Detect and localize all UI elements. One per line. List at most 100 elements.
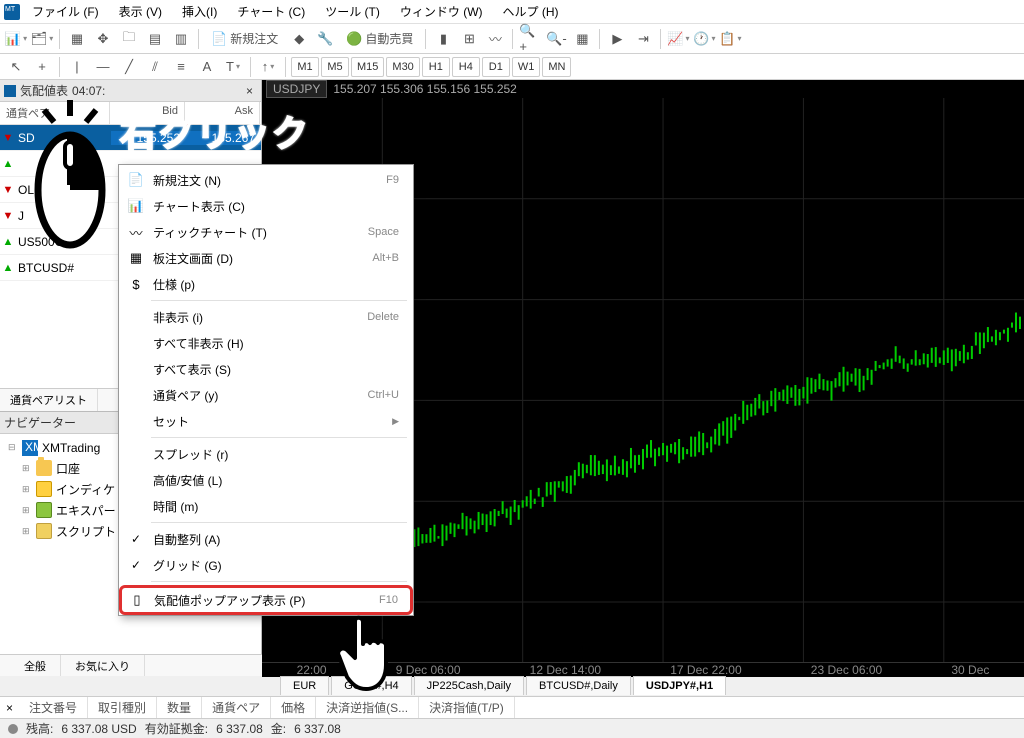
tf-w1[interactable]: W1 (512, 57, 541, 77)
line-button[interactable]: 〰 (483, 27, 507, 51)
menu-item-label: 気配値ポップアップ表示 (P) (148, 592, 379, 609)
chart-tab[interactable]: BTCUSD#,Daily (526, 676, 631, 695)
menu-item-icon: 📄 (125, 172, 147, 188)
col-symbol[interactable]: 通貨ペア (0, 102, 110, 124)
col-ask[interactable]: Ask (185, 102, 260, 124)
navigator-toggle[interactable]: 🗀 (117, 27, 141, 51)
market-watch-row[interactable]: ▼ SD 155.252 155.267 (0, 125, 261, 151)
context-menu-item[interactable]: 📄新規注文 (N)F9 (121, 167, 411, 193)
new-order-button[interactable]: 📄 新規注文 (204, 27, 285, 51)
th-tp[interactable]: 決済指値(T/P) (419, 697, 515, 718)
options-button[interactable]: 🔧 (313, 27, 337, 51)
periods-button[interactable]: 🕐 (692, 27, 716, 51)
chart-tab[interactable]: USDJPY#,H1 (633, 676, 726, 695)
zoom-out-button[interactable]: 🔍- (544, 27, 568, 51)
autotrade-button[interactable]: 🟢 自動売買 (339, 27, 420, 51)
scroll-end-button[interactable]: ▶ (605, 27, 629, 51)
context-menu-item[interactable]: 〰ティックチャート (T)Space (121, 219, 411, 245)
tf-m30[interactable]: M30 (386, 57, 419, 77)
tf-m15[interactable]: M15 (351, 57, 384, 77)
chart-symbol-tab[interactable]: USDJPY (266, 80, 327, 98)
chart-tab[interactable]: GOLD#,H4 (331, 676, 411, 695)
terminal-close[interactable]: × (0, 701, 19, 715)
chart-tab[interactable]: EUR (280, 676, 329, 695)
arrows-tool[interactable]: ↑ (256, 55, 280, 79)
context-menu-item[interactable]: 非表示 (i)Delete (121, 304, 411, 330)
menu-view[interactable]: 表示 (V) (111, 0, 170, 23)
barchart-button[interactable]: ▮ (431, 27, 455, 51)
metaeditor-button[interactable]: ◆ (287, 27, 311, 51)
context-menu-item[interactable]: セット▶ (121, 408, 411, 434)
th-order[interactable]: 注文番号 (19, 697, 88, 718)
th-pair[interactable]: 通貨ペア (202, 697, 271, 718)
th-lots[interactable]: 数量 (157, 697, 202, 718)
menu-item-label: 板注文画面 (D) (147, 250, 372, 267)
context-menu-item[interactable]: 高値/安値 (L) (121, 467, 411, 493)
th-price[interactable]: 価格 (271, 697, 316, 718)
context-menu-item[interactable]: スプレッド (r) (121, 441, 411, 467)
market-watch-close[interactable]: × (242, 84, 257, 98)
context-menu-item[interactable]: ▦板注文画面 (D)Alt+B (121, 245, 411, 271)
status-dot-icon (8, 724, 18, 734)
zoom-in-button[interactable]: 🔍+ (518, 27, 542, 51)
context-menu[interactable]: 📄新規注文 (N)F9📊チャート表示 (C)〰ティックチャート (T)Space… (118, 164, 414, 616)
indicators-button[interactable]: 📈 (666, 27, 690, 51)
menu-help[interactable]: ヘルプ (H) (495, 0, 567, 23)
expand-icon[interactable]: ⊞ (22, 463, 32, 474)
context-menu-item[interactable]: すべて表示 (S) (121, 356, 411, 382)
strategy-tester-toggle[interactable]: ▥ (169, 27, 193, 51)
tile-button[interactable]: ▦ (570, 27, 594, 51)
menu-file[interactable]: ファイル (F) (24, 0, 107, 23)
direction-icon: ▲ (0, 236, 16, 248)
data-window-toggle[interactable]: ✥ (91, 27, 115, 51)
col-bid[interactable]: Bid (110, 102, 185, 124)
tf-mn[interactable]: MN (542, 57, 571, 77)
tf-m5[interactable]: M5 (321, 57, 349, 77)
text-tool[interactable]: A (195, 55, 219, 79)
context-menu-item[interactable]: 通貨ペア (y)Ctrl+U (121, 382, 411, 408)
crosshair-tool[interactable]: + (30, 55, 54, 79)
profile-button[interactable]: 🗂 (30, 27, 54, 51)
vline-tool[interactable]: | (65, 55, 89, 79)
chart-tab[interactable]: JP225Cash,Daily (414, 676, 524, 695)
context-menu-item[interactable]: $仕様 (p) (121, 271, 411, 297)
menu-insert[interactable]: 挿入(I) (174, 0, 225, 23)
textlabel-tool[interactable]: T (221, 55, 245, 79)
new-chart-button[interactable]: 📊 (4, 27, 28, 51)
tf-h4[interactable]: H4 (452, 57, 480, 77)
expand-icon[interactable]: ⊞ (22, 484, 32, 495)
templates-button[interactable]: 📋 (718, 27, 742, 51)
context-menu-item[interactable]: 時間 (m) (121, 493, 411, 519)
nav-tab-general[interactable]: 全般 (10, 655, 61, 676)
expand-icon[interactable]: ⊞ (22, 505, 32, 516)
mw-tab-symbols[interactable]: 通貨ペアリスト (0, 389, 98, 411)
cursor-tool[interactable]: ↖ (4, 55, 28, 79)
context-menu-item[interactable]: すべて非表示 (H) (121, 330, 411, 356)
expand-icon[interactable]: ⊞ (22, 526, 32, 537)
tf-m1[interactable]: M1 (291, 57, 319, 77)
context-menu-item[interactable]: ✓自動整列 (A) (121, 526, 411, 552)
bid-value: 155.252 (111, 131, 186, 145)
th-type[interactable]: 取引種別 (88, 697, 157, 718)
margin-label: 金: (271, 720, 286, 737)
context-menu-item[interactable]: ✓グリッド (G) (121, 552, 411, 578)
menu-tools[interactable]: ツール (T) (317, 0, 388, 23)
terminal-toggle[interactable]: ▤ (143, 27, 167, 51)
nav-tab-favorites[interactable]: お気に入り (61, 655, 145, 676)
tf-d1[interactable]: D1 (482, 57, 510, 77)
fib-tool[interactable]: ≡ (169, 55, 193, 79)
menu-chart[interactable]: チャート (C) (229, 0, 313, 23)
channel-tool[interactable]: ⫽ (143, 55, 167, 79)
market-watch-toggle[interactable]: ▦ (65, 27, 89, 51)
th-sl[interactable]: 決済逆指値(S... (316, 697, 419, 718)
candle-button[interactable]: ⊞ (457, 27, 481, 51)
shift-button[interactable]: ⇥ (631, 27, 655, 51)
context-menu-item[interactable]: ▯気配値ポップアップ表示 (P)F10 (119, 585, 413, 615)
hline-tool[interactable]: — (91, 55, 115, 79)
trendline-tool[interactable]: ╱ (117, 55, 141, 79)
menu-window[interactable]: ウィンドウ (W) (392, 0, 491, 23)
context-menu-item[interactable]: 📊チャート表示 (C) (121, 193, 411, 219)
expand-icon[interactable]: ⊟ (8, 442, 18, 453)
margin-value: 6 337.08 (294, 722, 341, 736)
tf-h1[interactable]: H1 (422, 57, 450, 77)
